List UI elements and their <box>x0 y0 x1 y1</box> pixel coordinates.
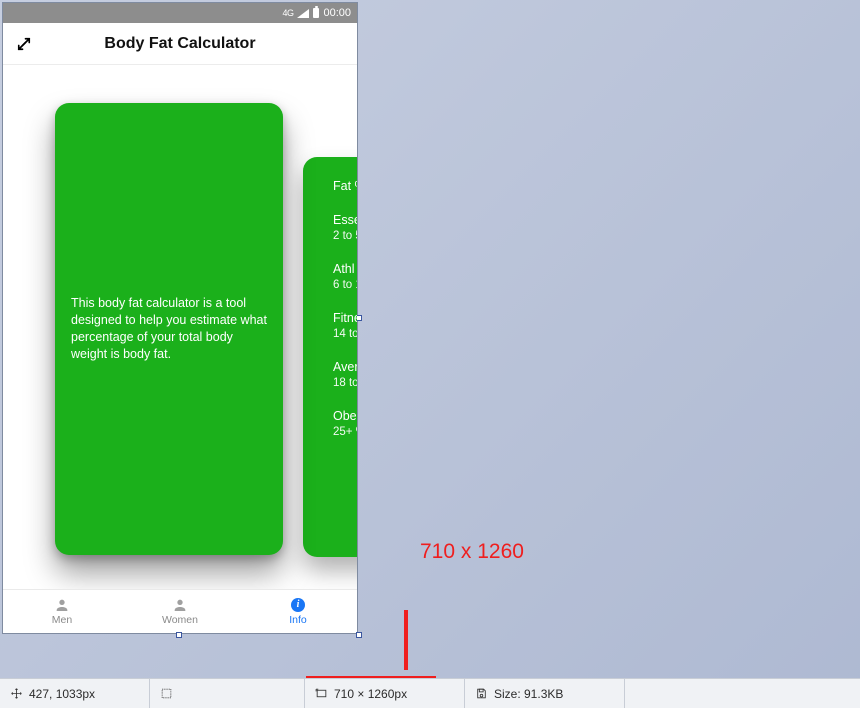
clock-label: 00:00 <box>323 7 351 19</box>
status-canvas: 710 × 1260px <box>334 687 407 701</box>
categories-card[interactable]: Fat % Esse 2 to 5 Athl 6 to 1 Fitne 14 t… <box>303 157 357 557</box>
battery-icon <box>313 8 319 18</box>
status-coords: 427, 1033px <box>29 687 95 701</box>
bottom-nav: Men Women i Info <box>3 589 357 633</box>
tab-women[interactable]: Women <box>121 590 239 633</box>
category-range: 18 to <box>333 377 357 389</box>
canvas-size-icon <box>315 687 328 700</box>
info-card[interactable]: This body fat calculator is a tool desig… <box>55 103 283 555</box>
tab-label: Info <box>289 614 307 626</box>
category-label: Obes <box>333 409 357 423</box>
tab-men[interactable]: Men <box>3 590 121 633</box>
status-selection-cell <box>150 679 305 708</box>
tab-label: Men <box>52 614 72 626</box>
status-filesize-cell: Size: 91.3KB <box>465 679 625 708</box>
category-label: Athl <box>333 262 357 276</box>
disk-icon <box>475 687 488 700</box>
page-title: Body Fat Calculator <box>15 35 345 53</box>
phone-frame: 4G 00:00 Body Fat Calculator This body f… <box>2 2 358 634</box>
category-label: Aver <box>333 360 357 374</box>
person-icon <box>172 597 188 613</box>
android-statusbar: 4G 00:00 <box>3 3 357 23</box>
category-range: 2 to 5 <box>333 230 357 242</box>
signal-icon <box>297 9 309 18</box>
info-icon: i <box>290 597 306 613</box>
info-card-text: This body fat calculator is a tool desig… <box>69 295 269 363</box>
category-range: 6 to 1 <box>333 279 357 291</box>
desktop: 4G 00:00 Body Fat Calculator This body f… <box>0 0 860 708</box>
category-range: 14 to <box>333 328 357 340</box>
category-label: Fitne <box>333 311 357 325</box>
selection-icon <box>160 687 173 700</box>
categories-header: Fat % <box>333 179 357 193</box>
status-coords-cell: 427, 1033px <box>0 679 150 708</box>
category-range: 25+ % <box>333 426 357 438</box>
tab-label: Women <box>162 614 198 626</box>
tab-info[interactable]: i Info <box>239 590 357 633</box>
status-canvas-cell: 710 × 1260px <box>305 679 465 708</box>
editor-statusbar: 427, 1033px 710 × 1260px Size: 91.3KB <box>0 678 860 708</box>
move-icon <box>10 687 23 700</box>
network-type-label: 4G <box>282 8 293 18</box>
annotation-dimensions: 710 x 1260 <box>420 540 524 564</box>
resize-handle-bottom[interactable] <box>176 632 182 638</box>
status-empty-cell <box>625 679 860 708</box>
category-label: Esse <box>333 213 357 227</box>
content-area: This body fat calculator is a tool desig… <box>3 65 357 589</box>
annotation-arrow-line <box>404 610 408 670</box>
person-icon <box>54 597 70 613</box>
app-bar: Body Fat Calculator <box>3 23 357 65</box>
status-filesize: Size: 91.3KB <box>494 687 563 701</box>
resize-handle-corner[interactable] <box>356 632 362 638</box>
